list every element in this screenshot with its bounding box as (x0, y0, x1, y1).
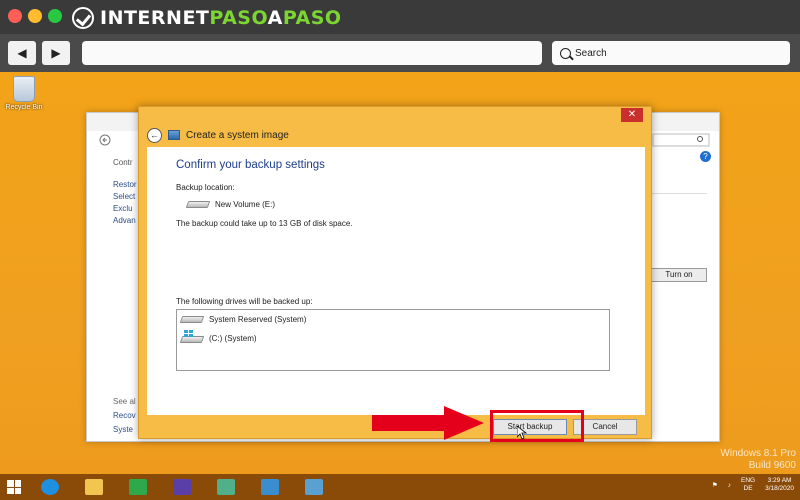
file-explorer-taskbar-item[interactable] (72, 474, 116, 500)
control-panel-sidebar: Contr Restor Select Exclu Advan (113, 158, 137, 227)
drive-icon (179, 316, 205, 323)
folder-icon (85, 479, 103, 495)
arrow-left-icon: ← (150, 130, 159, 140)
url-bar[interactable] (82, 41, 542, 65)
windows-logo-icon (184, 330, 193, 337)
checkmark-logo-icon (72, 7, 94, 29)
list-item: (C:) (System) (179, 330, 257, 344)
turn-on-button[interactable]: Turn on (651, 268, 707, 282)
windows-watermark: Windows 8.1 Pro Build 9600 (720, 448, 796, 471)
minimize-window-dot[interactable] (28, 9, 42, 23)
backup-location-value: New Volume (E:) (215, 200, 276, 209)
dialog-content: Confirm your backup settings Backup loca… (147, 147, 645, 415)
volume-icon[interactable]: ♪ (728, 482, 731, 489)
backup-taskbar-item[interactable] (292, 474, 336, 500)
highlight-annotation (490, 410, 584, 442)
back-button[interactable]: ◀ (8, 41, 36, 65)
sidebar-link[interactable]: Syste (113, 423, 136, 437)
control-panel-icon (261, 479, 279, 495)
arrow-right-icon: ▶ (51, 46, 61, 60)
maximize-window-dot[interactable] (48, 9, 62, 23)
flag-icon[interactable]: ⚑ (712, 481, 718, 489)
network-taskbar-item[interactable] (204, 474, 248, 500)
browser-nav-bar: ◀ ▶ Search (0, 34, 800, 72)
drives-list-label: The following drives will be backed up: (176, 297, 313, 306)
sidebar-link[interactable]: Restor (113, 179, 137, 191)
recycle-bin-shortcut[interactable]: Recycle Bin (4, 76, 44, 111)
internet-explorer-icon (41, 479, 59, 495)
arrow-left-icon: ◀ (17, 46, 27, 60)
sidebar-see-also: See al Recov Syste (113, 395, 136, 437)
recycle-bin-icon (13, 76, 35, 102)
dialog-header: ← Create a system image (147, 123, 645, 147)
network-icon (217, 479, 235, 495)
site-logo: INTERNETPASOAPASO (72, 6, 342, 30)
store-taskbar-item[interactable] (116, 474, 160, 500)
language-indicator[interactable]: ENG DE (741, 477, 755, 493)
create-system-image-dialog: ✕ ← Create a system image Confirm your b… (138, 106, 652, 439)
browser-title-bar: INTERNETPASOAPASO (0, 0, 800, 34)
disk-space-note: The backup could take up to 13 GB of dis… (176, 219, 353, 228)
drive-icon (179, 336, 205, 343)
clock[interactable]: 3:29 AM 3/18/2020 (765, 477, 794, 493)
sidebar-link[interactable]: Advan (113, 215, 137, 227)
search-icon (560, 47, 571, 59)
forward-button[interactable]: ▶ (42, 41, 70, 65)
sidebar-link[interactable]: Exclu (113, 203, 137, 215)
red-arrow-annotation-icon (372, 406, 484, 440)
start-button[interactable] (0, 474, 28, 500)
drive-icon (185, 201, 211, 208)
internet-explorer-taskbar-item[interactable] (28, 474, 72, 500)
backup-icon (305, 479, 323, 495)
store-icon (129, 479, 147, 495)
search-input[interactable]: Search (552, 41, 790, 65)
backup-location-label: Backup location: (176, 183, 235, 192)
help-icon[interactable]: ? (700, 151, 711, 162)
drives-list: System Reserved (System) (C:) (System) (176, 309, 610, 371)
close-window-dot[interactable] (8, 9, 22, 23)
gear-icon (173, 479, 191, 495)
dialog-title: Create a system image (186, 129, 289, 141)
system-tray: ⚑ ♪ ENG DE 3:29 AM 3/18/2020 (712, 477, 794, 493)
taskbar: ⚑ ♪ ENG DE 3:29 AM 3/18/2020 (0, 474, 800, 500)
system-image-icon (168, 130, 180, 140)
list-item: System Reserved (System) (179, 314, 306, 324)
windows-logo-icon (7, 480, 21, 494)
settings-taskbar-item[interactable] (160, 474, 204, 500)
sidebar-link[interactable]: Select (113, 191, 137, 203)
back-arrow-button[interactable]: ← (147, 127, 162, 143)
sidebar-link[interactable]: Recov (113, 409, 136, 423)
close-button[interactable]: ✕ (621, 108, 643, 122)
mouse-cursor-icon (517, 426, 527, 440)
control-panel-taskbar-item[interactable] (248, 474, 292, 500)
page-heading: Confirm your backup settings (176, 159, 325, 171)
